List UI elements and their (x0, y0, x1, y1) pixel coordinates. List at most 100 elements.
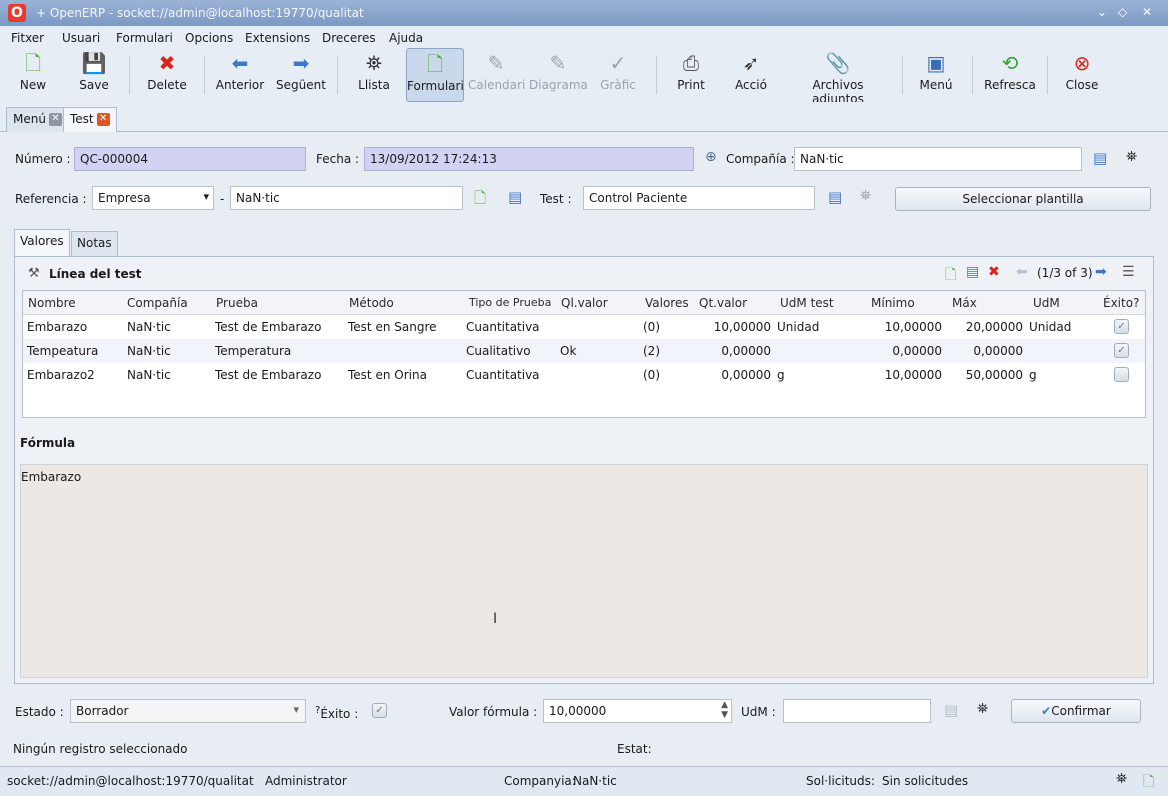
confirm-button[interactable]: ✔Confirmar (1011, 699, 1141, 723)
minimize-button[interactable]: ⌄ (1097, 5, 1107, 19)
column-header[interactable]: UdM test (780, 291, 834, 315)
zoom-icon[interactable]: ⊕ (705, 149, 717, 165)
menubar: Fitxer Usuari Formulari Opcions Extensio… (0, 26, 1168, 48)
chart-view-button[interactable]: ✓ Gràfic (596, 48, 640, 102)
column-header[interactable]: Qt.valor (699, 291, 747, 315)
column-header[interactable]: Prueba (216, 291, 258, 315)
search-binoculars-icon[interactable]: ⛯ (977, 701, 988, 717)
search-binoculars-icon[interactable]: ⛯ (1126, 149, 1137, 165)
referencia-field[interactable]: NaN·tic (230, 186, 463, 210)
valor-formula-field[interactable]: 10,00000 ▲ ▼ (543, 699, 732, 723)
column-header[interactable]: Compañía (127, 291, 188, 315)
lines-pager: (1/3 of 3) (1037, 266, 1093, 280)
column-header[interactable]: Máx (952, 291, 977, 315)
estado-select[interactable]: Borrador ▾ (70, 699, 306, 723)
exito-checkbox[interactable]: ✓ (1114, 343, 1129, 358)
numero-field[interactable]: QC-000004 (74, 147, 306, 171)
save-icon: 💾 (81, 51, 107, 75)
menu-dreceres[interactable]: Dreceres (322, 31, 376, 45)
open-record-icon[interactable]: ▤ (828, 188, 842, 206)
attachments-button[interactable]: 📎 Archivos adjuntos (786, 48, 890, 106)
paperclip-icon: 📎 (825, 51, 851, 75)
udm-field[interactable] (783, 699, 931, 723)
tab-test[interactable]: Test ✕ (63, 107, 117, 133)
save-button[interactable]: 💾 Save (72, 48, 116, 102)
window-close-button[interactable]: ✕ (1142, 5, 1152, 19)
document-tabstrip: Menú ✕ Test ✕ (0, 102, 1168, 133)
maximize-button[interactable]: ◇ (1118, 5, 1127, 19)
user-text: Administrator (265, 774, 347, 788)
new-line-icon[interactable]: 🗋 (945, 264, 956, 288)
menu-button[interactable]: ▣ Menú (914, 48, 958, 102)
previous-button[interactable]: ⬅ Anterior (214, 48, 266, 102)
column-header[interactable]: Tipo de Prueba (469, 291, 551, 315)
open-record-icon[interactable]: ▤ (508, 188, 522, 206)
search-requests-icon[interactable]: ⛯ (1116, 771, 1127, 787)
new-record-icon[interactable]: 🗋 (474, 188, 486, 213)
close-tab-icon[interactable]: ✕ (48, 113, 62, 126)
formula-text: Embarazo (21, 470, 82, 484)
exito-checkbox[interactable]: ✓ (1114, 319, 1129, 334)
print-button[interactable]: ⎙ Print (670, 48, 712, 102)
edit-line-icon[interactable]: ▤ (966, 264, 979, 280)
referencia-dash: - (220, 192, 225, 206)
action-button[interactable]: ➶ Acció (728, 48, 774, 102)
new-request-icon[interactable]: 🗋 (1143, 771, 1154, 795)
table-row[interactable]: Embarazo NaN·tic Test de Embarazo Test e… (23, 315, 1145, 339)
exito-checkbox[interactable]: ✓ (372, 703, 387, 718)
table-row[interactable]: Tempeatura NaN·tic Temperatura Cualitati… (23, 339, 1145, 363)
formula-label: Fórmula (20, 436, 76, 450)
column-header[interactable]: Nombre (28, 291, 76, 315)
menu-fitxer[interactable]: Fitxer (11, 31, 44, 45)
close-button[interactable]: ⊗ Close (1060, 48, 1104, 102)
search-binoculars-icon[interactable]: ⛯ (860, 188, 871, 204)
select-template-button[interactable]: Seleccionar plantilla (895, 187, 1151, 211)
list-view-button[interactable]: ⛯ Llista (352, 48, 396, 102)
table-row[interactable]: Embarazo2 NaN·tic Test de Embarazo Test … (23, 363, 1145, 387)
switch-view-icon[interactable]: ☰ (1122, 264, 1135, 280)
tab-valores[interactable]: Valores (14, 229, 70, 257)
new-button[interactable]: 🗋 New (12, 48, 54, 102)
exito-checkbox[interactable] (1114, 367, 1129, 382)
fecha-label: Fecha : (316, 152, 360, 166)
fecha-field[interactable]: 13/09/2012 17:24:13 (364, 147, 694, 171)
tab-menu[interactable]: Menú ✕ (6, 107, 69, 133)
menu-book-icon: ▣ (926, 51, 946, 75)
spinner-icon[interactable]: ▲ ▼ (721, 700, 728, 720)
column-header[interactable]: Método (349, 291, 394, 315)
chart-icon: ✓ (609, 51, 627, 75)
toolbar-separator (656, 56, 657, 94)
column-header[interactable]: Éxito? (1103, 291, 1139, 315)
column-header[interactable]: UdM (1033, 291, 1060, 315)
menu-extensions[interactable]: Extensions (245, 31, 310, 45)
next-line-icon[interactable]: ➡ (1095, 264, 1107, 280)
delete-line-icon[interactable]: ✖ (988, 264, 1000, 280)
menu-ajuda[interactable]: Ajuda (389, 31, 423, 45)
menu-formulari[interactable]: Formulari (116, 31, 173, 45)
compania-field[interactable]: NaN·tic (794, 147, 1082, 171)
test-field[interactable]: Control Paciente (583, 186, 815, 210)
toolbar-separator (902, 56, 903, 94)
diagram-view-button[interactable]: ✎ Diagrama (529, 48, 588, 102)
column-header[interactable]: Ql.valor (561, 291, 608, 315)
form-view-button[interactable]: 🗋 Formulari (406, 48, 464, 102)
referencia-type-select[interactable]: Empresa ▾ (92, 186, 214, 210)
menu-usuari[interactable]: Usuari (62, 31, 100, 45)
delete-button[interactable]: ✖ Delete (144, 48, 190, 102)
close-tab-icon[interactable]: ✕ (96, 113, 110, 126)
calendar-view-button[interactable]: ✎ Calendari (468, 48, 525, 102)
toolbar-separator (129, 56, 130, 94)
estat-label: Estat: (617, 742, 652, 756)
previous-line-icon[interactable]: ⬅ (1016, 264, 1028, 280)
open-record-icon[interactable]: ▤ (1093, 149, 1107, 167)
menu-opcions[interactable]: Opcions (185, 31, 233, 45)
refresh-button[interactable]: ⟲ Refresca (982, 48, 1038, 102)
column-header[interactable]: Mínimo (871, 291, 915, 315)
formula-textarea[interactable]: Embarazo I (20, 464, 1148, 678)
printer-icon: ⎙ (683, 51, 699, 75)
open-record-icon[interactable]: ▤ (944, 701, 958, 719)
tab-notas[interactable]: Notas (71, 231, 118, 257)
column-header[interactable]: Valores (645, 291, 689, 315)
next-button[interactable]: ➡ Següent (275, 48, 327, 102)
requests-label: Sol·licituds: (806, 774, 875, 788)
